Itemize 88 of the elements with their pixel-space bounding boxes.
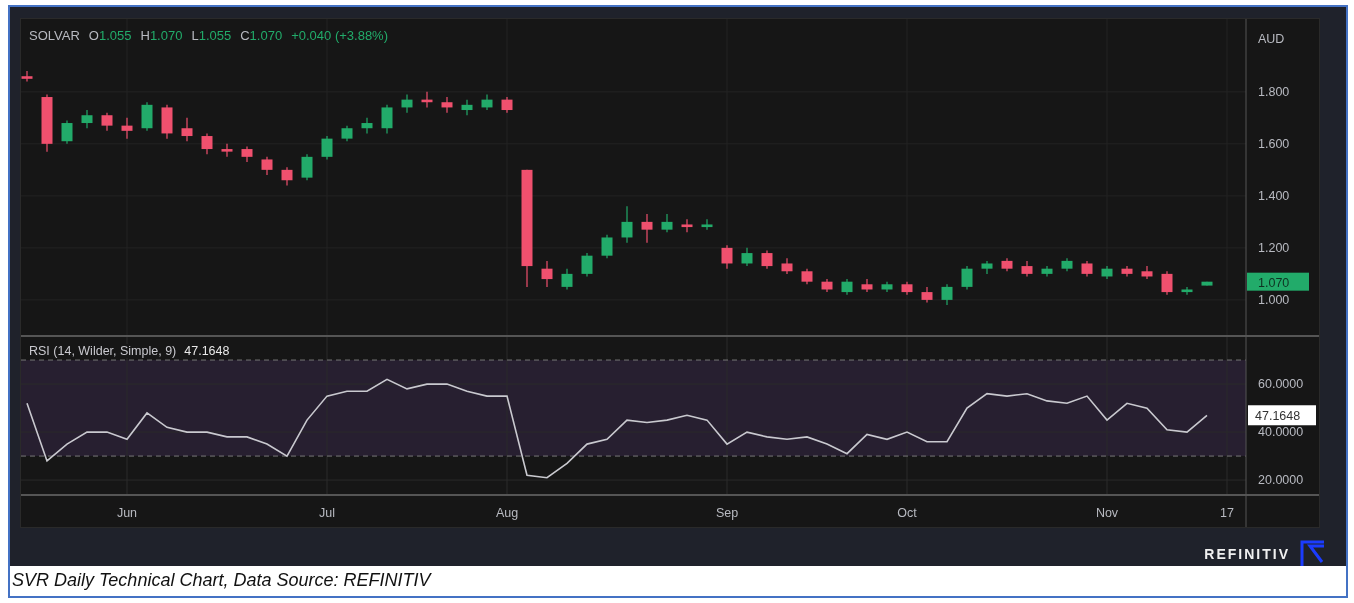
candlestick bbox=[361, 117, 373, 135]
indicator-title: RSI (14, Wilder, Simple, 9) bbox=[29, 344, 177, 358]
rsi-axis-label: 20.0000 bbox=[1258, 473, 1304, 488]
rsi-axis-label: 40.0000 bbox=[1258, 425, 1304, 440]
last-price-label: 1.070 bbox=[1247, 272, 1309, 291]
ohlc-value: L1.055 bbox=[191, 28, 232, 43]
time-axis-label: Nov bbox=[1095, 506, 1119, 520]
candlestick bbox=[641, 213, 653, 244]
candlestick bbox=[481, 93, 493, 111]
candlestick bbox=[1001, 257, 1013, 272]
candlestick bbox=[201, 132, 213, 155]
candlestick bbox=[841, 278, 853, 296]
ohlc-value: C1.070 bbox=[240, 28, 283, 43]
candlestick bbox=[601, 234, 613, 259]
candlestick bbox=[721, 244, 733, 270]
candlestick bbox=[181, 117, 193, 142]
price-axis-label: 1.000 bbox=[1258, 292, 1290, 307]
candlestick bbox=[901, 281, 913, 296]
candlestick bbox=[561, 268, 573, 291]
ohlc-value: H1.070 bbox=[140, 28, 183, 43]
candlestick bbox=[41, 93, 53, 153]
candlestick bbox=[1021, 260, 1033, 278]
candlestick bbox=[61, 119, 73, 145]
candlestick bbox=[261, 156, 273, 176]
candlestick bbox=[121, 117, 133, 140]
candlestick bbox=[581, 252, 593, 278]
price-axis-label: 1.200 bbox=[1258, 240, 1290, 255]
candlestick bbox=[801, 268, 813, 285]
time-axis-label: Aug bbox=[495, 506, 519, 520]
candlestick bbox=[761, 249, 773, 270]
brand-logo-text: REFINITIV bbox=[1204, 546, 1290, 564]
ticker-symbol: SOLVAR bbox=[29, 28, 80, 43]
candlestick bbox=[161, 104, 173, 140]
candlestick bbox=[221, 143, 233, 158]
candlestick bbox=[741, 247, 753, 267]
candlestick bbox=[421, 91, 433, 109]
candlestick bbox=[1121, 265, 1133, 278]
candlestick bbox=[381, 104, 393, 135]
chart-caption: SVR Daily Technical Chart, Data Source: REFINITIV bbox=[12, 570, 433, 591]
candlestick bbox=[1141, 265, 1153, 280]
candlestick bbox=[1101, 265, 1113, 280]
candlestick bbox=[941, 283, 953, 306]
candlestick bbox=[281, 166, 293, 187]
time-axis-label: Oct bbox=[897, 506, 917, 520]
candlestick bbox=[341, 125, 353, 142]
candlestick bbox=[861, 278, 873, 293]
candlestick bbox=[501, 96, 513, 114]
candlestick bbox=[401, 93, 413, 114]
candlestick bbox=[1181, 286, 1193, 296]
rsi-axis-label: 60.0000 bbox=[1258, 377, 1304, 392]
candlestick bbox=[1161, 270, 1173, 296]
time-axis-label: 17 bbox=[1220, 506, 1234, 520]
price-axis-label: 1.400 bbox=[1258, 188, 1290, 203]
candlestick bbox=[301, 153, 313, 181]
currency-label: AUD bbox=[1258, 32, 1285, 46]
candlestick bbox=[981, 260, 993, 275]
candlestick bbox=[21, 70, 33, 82]
candlestick bbox=[881, 281, 893, 293]
candlestick bbox=[681, 218, 693, 233]
candlestick bbox=[781, 257, 793, 275]
candlestick bbox=[101, 112, 113, 132]
price-change: +0.040 (+3.88%) bbox=[291, 28, 388, 43]
price-axis-label: 1.600 bbox=[1258, 136, 1290, 151]
candlestick bbox=[701, 218, 713, 231]
candlestick bbox=[961, 265, 973, 291]
indicator-value: 47.1648 bbox=[184, 344, 230, 358]
time-axis-label: Jul bbox=[319, 506, 335, 520]
ohlc-value: O1.055 bbox=[88, 28, 132, 43]
candlestick bbox=[461, 99, 473, 116]
candlestick bbox=[141, 101, 153, 132]
candlestick bbox=[1041, 265, 1053, 278]
candlestick bbox=[661, 213, 673, 233]
candlestick bbox=[621, 205, 633, 244]
candlestick bbox=[1081, 260, 1093, 278]
candlestick bbox=[541, 260, 553, 288]
candlestick bbox=[81, 109, 93, 129]
logo-icon bbox=[1300, 540, 1326, 566]
candlestick bbox=[1201, 281, 1213, 287]
candlestick bbox=[441, 96, 453, 114]
candlestick bbox=[1061, 257, 1073, 272]
candlestick bbox=[321, 135, 333, 161]
candlestick bbox=[241, 145, 253, 163]
time-axis-label: Sep bbox=[715, 506, 739, 520]
rsi-value-label: 47.1648 bbox=[1248, 405, 1316, 426]
time-axis-label: Jun bbox=[116, 506, 138, 520]
price-axis-label: 1.800 bbox=[1258, 84, 1290, 99]
candlestick bbox=[921, 286, 933, 304]
candlestick bbox=[821, 278, 833, 293]
